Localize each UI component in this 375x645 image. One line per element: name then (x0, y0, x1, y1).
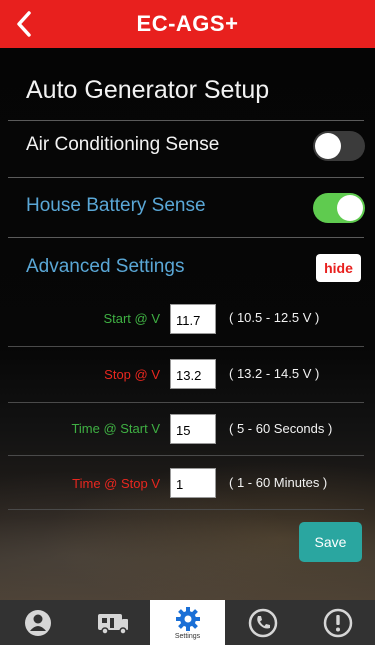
divider (8, 509, 364, 510)
phone-icon (248, 608, 277, 637)
time-at-stop-label: Time @ Stop V (72, 476, 160, 491)
header-bar: EC-AGS+ (0, 0, 375, 48)
house-battery-sense-label: House Battery Sense (26, 195, 206, 216)
house-battery-sense-toggle[interactable] (313, 193, 365, 223)
divider (8, 346, 364, 347)
time-at-stop-input[interactable]: 1 (170, 468, 216, 498)
advanced-settings-label: Advanced Settings (26, 256, 185, 277)
hide-button[interactable]: hide (316, 254, 361, 282)
time-at-start-range: ( 5 - 60 Seconds ) (229, 421, 333, 436)
tab-alert[interactable] (300, 600, 375, 645)
divider (8, 120, 364, 121)
app-title: EC-AGS+ (136, 11, 239, 36)
tab-phone[interactable] (225, 600, 300, 645)
tab-bar: Settings (0, 600, 375, 645)
divider (8, 177, 364, 178)
air-conditioning-sense-label: Air Conditioning Sense (26, 134, 220, 155)
divider (8, 237, 364, 238)
stop-voltage-range: ( 13.2 - 14.5 V ) (229, 366, 320, 381)
tab-settings-label: Settings (174, 632, 201, 640)
stop-voltage-input[interactable]: 13.2 (170, 359, 216, 389)
tab-rv[interactable] (75, 600, 150, 645)
save-button[interactable]: Save (299, 522, 362, 562)
settings-panel: Auto Generator Setup Air Conditioning Se… (0, 48, 375, 600)
rv-icon (97, 613, 128, 635)
page-title: Auto Generator Setup (26, 76, 270, 104)
tab-settings[interactable]: Settings (150, 600, 225, 645)
gear-icon (175, 606, 200, 631)
chevron-left-icon (17, 11, 31, 37)
time-at-stop-range: ( 1 - 60 Minutes ) (229, 475, 328, 490)
back-button[interactable] (10, 8, 38, 40)
start-voltage-range: ( 10.5 - 12.5 V ) (229, 310, 320, 325)
time-at-start-input[interactable]: 15 (170, 414, 216, 444)
toggle-knob (337, 195, 363, 221)
divider (8, 402, 364, 403)
start-voltage-label: Start @ V (103, 311, 160, 326)
stop-voltage-label: Stop @ V (104, 367, 160, 382)
start-voltage-input[interactable]: 11.7 (170, 304, 216, 334)
user-icon (24, 609, 51, 636)
toggle-knob (315, 133, 341, 159)
tab-user[interactable] (0, 600, 75, 645)
alert-icon (323, 608, 352, 637)
air-conditioning-sense-toggle[interactable] (313, 131, 365, 161)
time-at-start-label: Time @ Start V (71, 421, 160, 436)
divider (8, 455, 364, 456)
